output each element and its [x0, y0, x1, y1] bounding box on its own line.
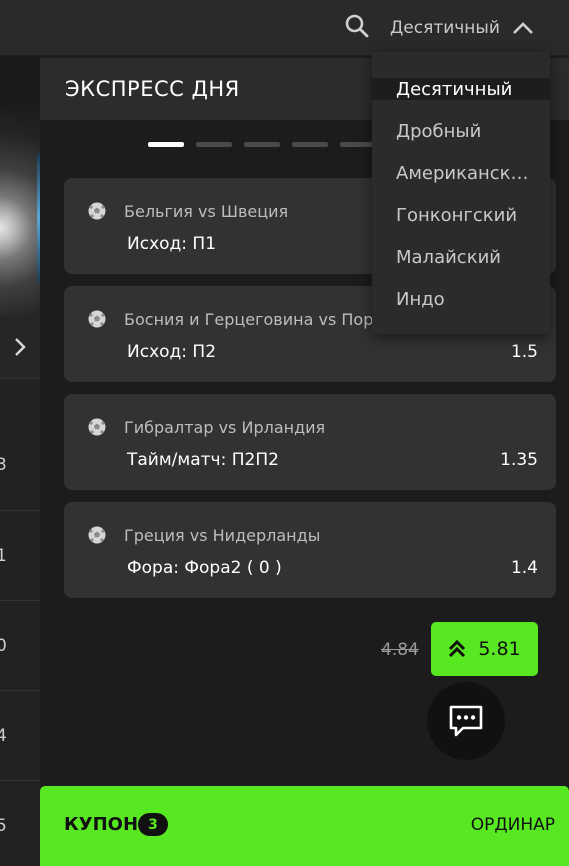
- dropdown-option-indo[interactable]: Индо: [372, 278, 550, 320]
- boosted-total-odd: 5.81: [478, 638, 521, 660]
- next-arrow-button[interactable]: [0, 316, 40, 378]
- chevron-up-icon: [512, 22, 533, 34]
- bet-outcome: Фора: Фора2 ( 0 ): [127, 558, 282, 578]
- odds-format-select[interactable]: Десятичный: [390, 16, 534, 40]
- bet-odd: 1.4: [510, 558, 538, 578]
- top-bar: Десятичный: [0, 0, 569, 56]
- chevron-right-icon: [15, 338, 26, 356]
- carousel-pagination: [148, 142, 376, 147]
- carousel-dot[interactable]: [292, 142, 328, 147]
- chat-button[interactable]: [427, 682, 505, 760]
- football-icon: [88, 310, 106, 328]
- bet-odd: 1.5: [510, 342, 538, 362]
- coupon-mode[interactable]: ОРДИНАР: [471, 815, 555, 835]
- dropdown-option-decimal[interactable]: Десятичный: [372, 78, 550, 100]
- carousel-dot[interactable]: [196, 142, 232, 147]
- dropdown-option-malay[interactable]: Малайский: [372, 236, 550, 278]
- search-icon[interactable]: [344, 13, 370, 39]
- carousel-dot[interactable]: [244, 142, 280, 147]
- sidebar-row[interactable]: 3: [0, 378, 40, 510]
- football-icon: [88, 526, 106, 544]
- boosted-odd-button[interactable]: 5.81: [431, 622, 538, 676]
- bet-card[interactable]: Гибралтар vs Ирландия Тайм/матч: П2П2 1.…: [64, 394, 556, 490]
- promo-banner-image[interactable]: [0, 58, 40, 316]
- football-icon: [88, 202, 106, 220]
- coupon-title: КУПОН: [64, 814, 139, 835]
- bet-outcome: Исход: П1: [127, 234, 217, 254]
- carousel-dot[interactable]: [340, 142, 376, 147]
- dropdown-option-hongkong[interactable]: Гонконгский: [372, 194, 550, 236]
- match-name: Гибралтар vs Ирландия: [124, 418, 326, 437]
- odds-format-label: Десятичный: [390, 18, 500, 38]
- match-name: Греция vs Нидерланды: [124, 526, 321, 545]
- sidebar-row[interactable]: 5: [0, 780, 40, 866]
- sidebar-row[interactable]: 4: [0, 690, 40, 780]
- bet-odd: 1.35: [500, 450, 538, 470]
- coupon-bar[interactable]: КУПОН 3 ОРДИНАР: [40, 786, 569, 866]
- dropdown-option-american[interactable]: Американск…: [372, 152, 550, 194]
- football-icon: [88, 418, 106, 436]
- bet-outcome: Тайм/матч: П2П2: [127, 450, 279, 470]
- bet-outcome: Исход: П2: [127, 342, 217, 362]
- match-name: Бельгия vs Швеция: [124, 202, 289, 221]
- double-chevron-up-icon: [449, 640, 466, 658]
- express-total: 4.84 5.81: [0, 622, 569, 676]
- old-total-odd: 4.84: [381, 640, 419, 660]
- bet-card[interactable]: Греция vs Нидерланды Фора: Фора2 ( 0 ) 1…: [64, 502, 556, 598]
- odds-format-dropdown: Десятичный Дробный Американск… Гонконгск…: [372, 52, 550, 334]
- carousel-dot[interactable]: [148, 142, 184, 147]
- match-name: Босния и Герцеговина vs Пор: [124, 310, 374, 329]
- coupon-count-badge: 3: [138, 813, 168, 836]
- left-sidebar: 3 1 0 4 5: [0, 58, 40, 866]
- sidebar-row[interactable]: 1: [0, 510, 40, 600]
- dropdown-option-fractional[interactable]: Дробный: [372, 110, 550, 152]
- chat-icon: [449, 705, 483, 737]
